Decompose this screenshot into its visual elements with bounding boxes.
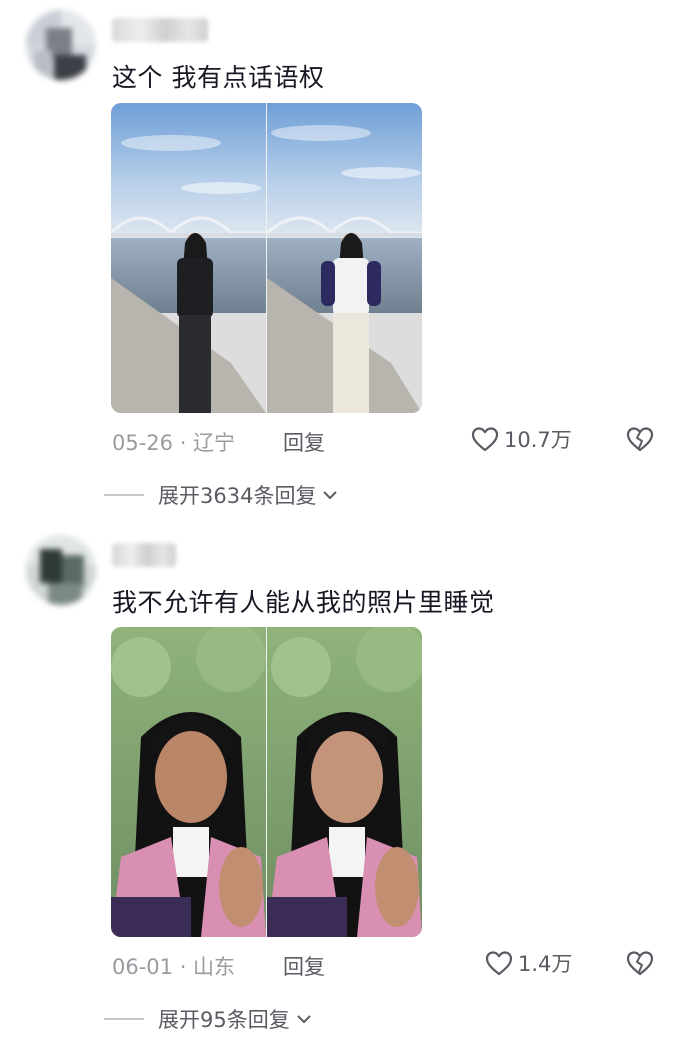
username[interactable] xyxy=(112,543,176,567)
comment-item: 我不允许有人能从我的照片里睡觉 06-01 · 山东 回复 1.4万 展开95条… xyxy=(0,0,690,1039)
like-count: 1.4万 xyxy=(518,952,573,976)
avatar[interactable] xyxy=(26,535,96,605)
like-button[interactable]: 1.4万 xyxy=(484,948,572,978)
expand-replies-button[interactable]: 展开95条回复 xyxy=(104,1004,314,1034)
heart-icon xyxy=(485,951,513,976)
comment-date-location: 06-01 · 山东 xyxy=(112,955,236,979)
chevron-down-icon xyxy=(297,1015,311,1024)
reply-button[interactable]: 回复 xyxy=(283,951,325,981)
expand-replies-label: 展开95条回复 xyxy=(158,1008,290,1032)
comment-text: 我不允许有人能从我的照片里睡觉 xyxy=(112,588,495,617)
dislike-button[interactable] xyxy=(624,948,656,978)
broken-heart-icon xyxy=(626,951,654,976)
divider-line xyxy=(104,1018,144,1020)
comment-photo[interactable] xyxy=(111,627,422,937)
